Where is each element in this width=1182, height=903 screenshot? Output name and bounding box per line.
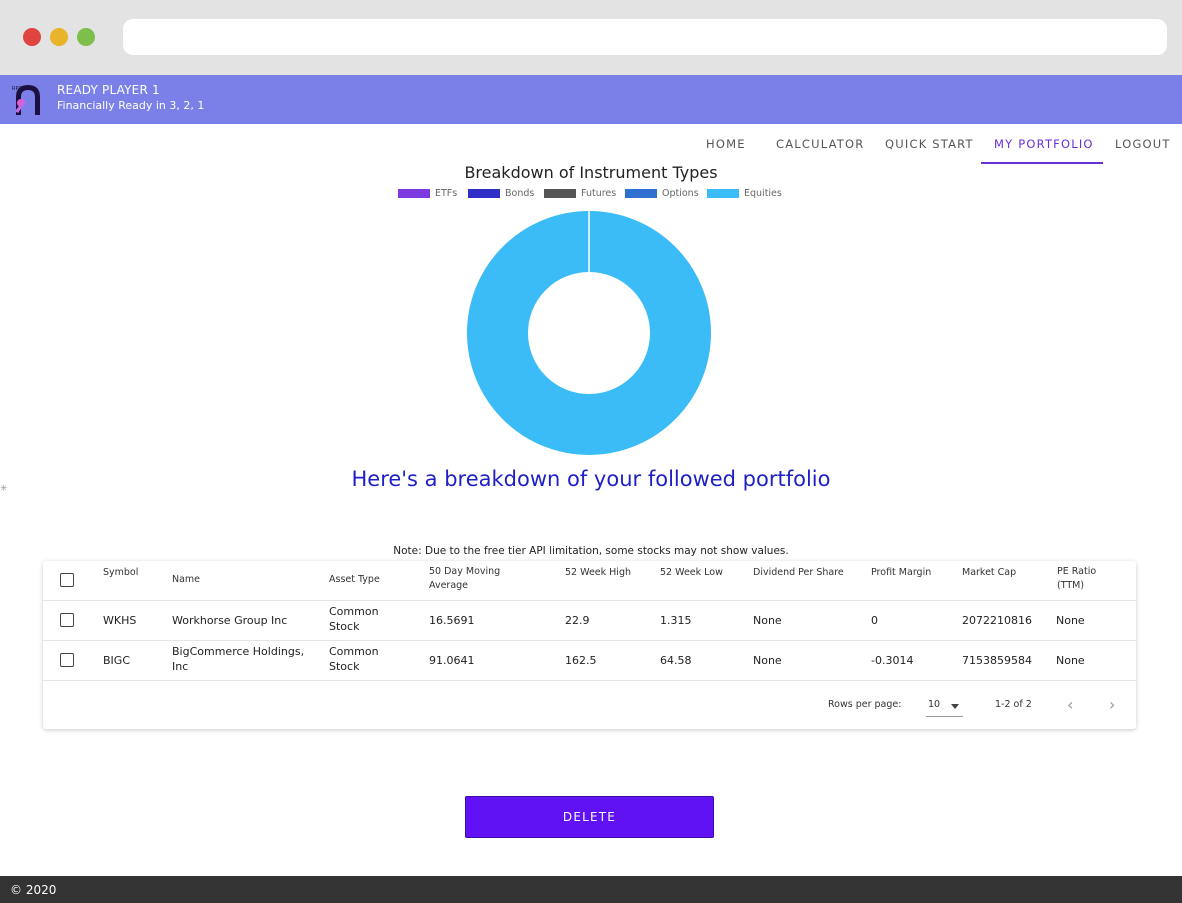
- nav-calculator[interactable]: CALCULATOR: [776, 137, 864, 151]
- nav-logout[interactable]: LOGOUT: [1115, 137, 1171, 151]
- cell-52-week-low: 1.315: [660, 614, 692, 627]
- cell-market-cap: 2072210816: [962, 614, 1032, 627]
- legend-item-etfs[interactable]: ETFs: [398, 188, 457, 199]
- legend-swatch-etfs: [398, 189, 430, 198]
- cell-dividend: None: [753, 654, 782, 667]
- col-header-52-week-low[interactable]: 52 Week Low: [660, 566, 723, 580]
- legend-item-options[interactable]: Options: [625, 188, 699, 199]
- legend-label-options: Options: [662, 188, 699, 199]
- legend-swatch-futures: [544, 189, 576, 198]
- cell-pe-ratio: None: [1056, 614, 1085, 627]
- cell-pe-ratio: None: [1056, 654, 1085, 667]
- legend-swatch-options: [625, 189, 657, 198]
- delete-button[interactable]: DELETE: [465, 796, 714, 838]
- cell-name: Workhorse Group Inc: [172, 614, 288, 627]
- legend-item-equities[interactable]: Equities: [707, 188, 782, 199]
- rows-per-page-value: 10: [928, 699, 941, 710]
- col-header-52-week-high[interactable]: 52 Week High: [565, 566, 631, 580]
- copyright-text: © 2020: [10, 883, 57, 897]
- cell-asset-type-line1: Common: [329, 605, 379, 618]
- cell-asset-type-line2: Stock: [329, 620, 360, 633]
- maximize-window-button[interactable]: [77, 28, 95, 46]
- row-checkbox[interactable]: [60, 613, 74, 627]
- col-header-market-cap[interactable]: Market Cap: [962, 566, 1016, 580]
- cell-profit-margin: -0.3014: [871, 654, 914, 667]
- cell-asset-type-line2: Stock: [329, 660, 360, 673]
- col-header-name[interactable]: Name: [172, 573, 200, 587]
- close-window-button[interactable]: [23, 28, 41, 46]
- col-header-ma50-line1: 50 Day Moving: [429, 566, 501, 577]
- app-logo[interactable]: RP1: [10, 81, 44, 117]
- pagination-range: 1-2 of 2: [995, 699, 1032, 710]
- minimize-window-button[interactable]: [50, 28, 68, 46]
- page-footer: © 2020: [0, 876, 1182, 903]
- legend-item-futures[interactable]: Futures: [544, 188, 616, 199]
- col-header-ma50[interactable]: 50 Day Moving Average: [429, 565, 500, 593]
- portfolio-table: Symbol Name Asset Type 50 Day Moving Ave…: [43, 561, 1136, 729]
- chart-title: Breakdown of Instrument Types: [464, 163, 718, 182]
- api-limitation-note: Note: Due to the free tier API limitatio…: [393, 545, 789, 557]
- table-header-row: Symbol Name Asset Type 50 Day Moving Ave…: [43, 561, 1136, 601]
- cell-asset-type-line1: Common: [329, 645, 379, 658]
- cell-asset-type: Common Stock: [329, 644, 379, 674]
- cell-market-cap: 7153859584: [962, 654, 1032, 667]
- rows-per-page-select[interactable]: 10: [926, 697, 963, 717]
- table-row[interactable]: WKHS Workhorse Group Inc Common Stock 16…: [43, 601, 1136, 641]
- cell-profit-margin: 0: [871, 614, 878, 627]
- cell-ma50: 91.0641: [429, 654, 475, 667]
- table-row[interactable]: BIGC BigCommerce Holdings, Inc Common St…: [43, 641, 1136, 681]
- col-header-pe-ratio[interactable]: PE Ratio (TTM): [1057, 565, 1096, 593]
- app-subtitle: Financially Ready in 3, 2, 1: [57, 99, 205, 112]
- cell-52-week-high: 22.9: [565, 614, 590, 627]
- rows-per-page-label: Rows per page:: [828, 699, 902, 710]
- legend-swatch-bonds: [468, 189, 500, 198]
- cell-52-week-high: 162.5: [565, 654, 597, 667]
- cell-name-line1: BigCommerce Holdings,: [172, 645, 305, 658]
- app-title: READY PLAYER 1: [57, 83, 160, 97]
- address-bar[interactable]: [123, 19, 1167, 55]
- nav-my-portfolio[interactable]: MY PORTFOLIO: [994, 137, 1094, 151]
- donut-chart: [467, 211, 711, 455]
- side-edge-mark: ✳: [0, 484, 8, 494]
- cell-symbol: WKHS: [103, 614, 137, 627]
- legend-label-futures: Futures: [581, 188, 617, 199]
- nav-home[interactable]: HOME: [706, 137, 746, 151]
- app-header: RP1 READY PLAYER 1 Financially Ready in …: [0, 75, 1182, 124]
- legend-swatch-equities: [707, 189, 739, 198]
- next-page-icon[interactable]: ›: [1109, 695, 1115, 714]
- select-all-checkbox[interactable]: [60, 573, 74, 587]
- legend-label-etfs: ETFs: [435, 188, 458, 199]
- cell-52-week-low: 64.58: [660, 654, 692, 667]
- browser-chrome: [0, 0, 1182, 75]
- nav-quick-start[interactable]: QUICK START: [885, 137, 974, 151]
- legend-item-bonds[interactable]: Bonds: [468, 188, 534, 199]
- portfolio-headline: Here's a breakdown of your followed port…: [351, 467, 831, 491]
- previous-page-icon[interactable]: ‹: [1067, 695, 1073, 714]
- col-header-pe-line1: PE Ratio: [1057, 566, 1097, 577]
- cell-asset-type: Common Stock: [329, 604, 379, 634]
- col-header-ma50-line2: Average: [429, 580, 469, 591]
- cell-name: BigCommerce Holdings, Inc: [172, 644, 304, 674]
- svg-text:RP1: RP1: [12, 86, 22, 92]
- legend-label-equities: Equities: [744, 188, 782, 199]
- col-header-profit-margin[interactable]: Profit Margin: [871, 566, 931, 580]
- legend-label-bonds: Bonds: [505, 188, 535, 199]
- col-header-asset-type[interactable]: Asset Type: [329, 573, 380, 587]
- row-checkbox[interactable]: [60, 653, 74, 667]
- cell-dividend: None: [753, 614, 782, 627]
- cell-symbol: BIGC: [103, 654, 130, 667]
- chevron-down-icon: [951, 704, 959, 709]
- col-header-pe-line2: (TTM): [1057, 580, 1085, 591]
- cell-ma50: 16.5691: [429, 614, 475, 627]
- main-nav: HOME CALCULATOR QUICK START MY PORTFOLIO…: [0, 124, 1182, 166]
- col-header-dividend[interactable]: Dividend Per Share: [753, 566, 844, 580]
- cell-name-line2: Inc: [172, 660, 189, 673]
- col-header-symbol[interactable]: Symbol: [103, 566, 138, 580]
